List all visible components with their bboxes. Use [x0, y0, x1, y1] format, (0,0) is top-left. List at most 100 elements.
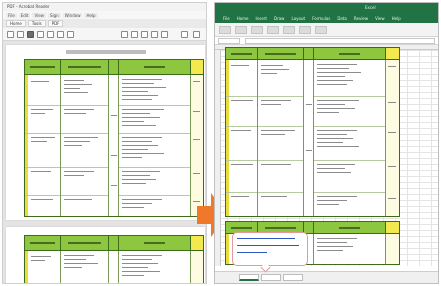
header-cell	[191, 236, 203, 250]
ribbon-tab-review[interactable]: Review	[352, 16, 370, 21]
ribbon-tab-draw[interactable]: Draw	[272, 16, 286, 21]
pdf-table-2	[24, 235, 204, 283]
pdf-menu-view[interactable]: View	[32, 12, 46, 18]
header-cell	[191, 60, 203, 74]
pdf-page-2	[6, 227, 205, 283]
header-cell	[61, 236, 109, 250]
table-header	[25, 60, 203, 75]
pdf-toolbar	[3, 28, 206, 41]
page-down-icon[interactable]	[57, 31, 64, 38]
alignment-group[interactable]	[251, 26, 263, 34]
table-column	[314, 60, 386, 216]
pdf-window-title: PDF - Acrobat Reader	[3, 3, 206, 11]
sheet-tab-2[interactable]	[261, 274, 281, 281]
excel-table-1	[225, 47, 400, 217]
pdf-menu-sign[interactable]: Sign	[47, 12, 61, 18]
font-group[interactable]	[235, 26, 247, 34]
ribbon-tab-layout[interactable]: Layout	[289, 16, 307, 21]
excel-title-bar: Excel	[215, 3, 438, 13]
table-column	[258, 60, 304, 216]
table-column	[386, 60, 399, 216]
header-cell	[119, 236, 191, 250]
sheet-tab-1[interactable]	[239, 274, 259, 281]
row-headers[interactable]	[215, 50, 221, 266]
number-format-group[interactable]	[267, 26, 279, 34]
table-body	[226, 60, 399, 216]
page-up-icon[interactable]	[47, 31, 54, 38]
table-column	[314, 234, 386, 264]
ribbon-tab-data[interactable]: Data	[335, 16, 349, 21]
header-cell	[386, 48, 399, 59]
cells-group[interactable]	[299, 26, 311, 34]
editing-group[interactable]	[315, 26, 327, 34]
table-column	[119, 251, 191, 283]
table-body	[25, 75, 203, 216]
ribbon-tab-view[interactable]: View	[373, 16, 387, 21]
comment-icon[interactable]	[181, 31, 188, 38]
header-cell	[258, 48, 304, 59]
name-box[interactable]	[218, 38, 240, 44]
note-callout	[232, 232, 308, 266]
header-cell	[119, 60, 191, 74]
pdf-menu-edit[interactable]: Edit	[18, 12, 31, 18]
table-column	[109, 75, 119, 216]
table-column	[109, 251, 119, 283]
header-cell	[314, 48, 386, 59]
table-header	[25, 236, 203, 251]
save-icon[interactable]	[7, 31, 14, 38]
formula-input[interactable]	[245, 38, 435, 44]
sheet-tab-3[interactable]	[283, 274, 303, 281]
header-cell	[304, 48, 314, 59]
search-icon[interactable]	[37, 31, 44, 38]
header-cell	[109, 236, 119, 250]
pdf-menu-bar: File Edit View Sign Window Help	[3, 11, 206, 19]
ribbon-tab-home[interactable]: Home	[235, 16, 251, 21]
pdf-viewer-window: PDF - Acrobat Reader File Edit View Sign…	[2, 2, 207, 284]
paste-icon[interactable]	[219, 26, 231, 34]
header-cell	[25, 236, 61, 250]
header-cell	[314, 222, 386, 233]
table-column	[61, 251, 109, 283]
table-column	[25, 251, 61, 283]
excel-ribbon	[215, 23, 438, 37]
sheet-tab-bar	[215, 271, 438, 283]
header-cell	[25, 60, 61, 74]
ribbon-tab-file[interactable]: File	[221, 16, 232, 21]
pdf-table-1	[24, 59, 204, 217]
page-heading	[66, 50, 146, 54]
table-column	[191, 251, 203, 283]
excel-ribbon-tabs: File Home Insert Draw Layout Formulas Da…	[215, 13, 438, 23]
comparison-stage: PDF - Acrobat Reader File Edit View Sign…	[0, 0, 441, 286]
styles-group[interactable]	[283, 26, 295, 34]
zoom-out-icon[interactable]	[141, 31, 148, 38]
table-column	[304, 60, 314, 216]
table-column	[226, 60, 258, 216]
formula-bar	[215, 37, 438, 45]
table-column	[25, 75, 61, 216]
header-cell	[61, 60, 109, 74]
zoom-level-field[interactable]	[161, 31, 168, 38]
zoom-in-icon[interactable]	[151, 31, 158, 38]
pdf-page-1	[6, 45, 205, 220]
header-cell	[304, 222, 314, 233]
share-icon[interactable]	[193, 31, 200, 38]
pdf-tab-home[interactable]: Home	[6, 20, 26, 27]
table-column	[386, 234, 399, 264]
ribbon-tab-insert[interactable]: Insert	[254, 16, 269, 21]
select-tool-icon[interactable]	[121, 31, 128, 38]
table-column	[119, 75, 191, 216]
pdf-tab-document[interactable]: PDF	[47, 20, 64, 27]
header-cell	[226, 48, 258, 59]
print-icon[interactable]	[17, 31, 24, 38]
table-body	[25, 251, 203, 283]
mail-icon[interactable]	[27, 31, 34, 38]
table-header	[226, 48, 399, 60]
pdf-menu-window[interactable]: Window	[62, 12, 83, 18]
pdf-menu-help[interactable]: Help	[84, 12, 98, 18]
pdf-tab-tools[interactable]: Tools	[27, 20, 46, 27]
ribbon-tab-help[interactable]: Help	[390, 16, 403, 21]
ribbon-tab-formulas[interactable]: Formulas	[310, 16, 332, 21]
hand-tool-icon[interactable]	[131, 31, 138, 38]
page-number-field[interactable]	[67, 31, 74, 38]
pdf-menu-file[interactable]: File	[6, 12, 17, 18]
